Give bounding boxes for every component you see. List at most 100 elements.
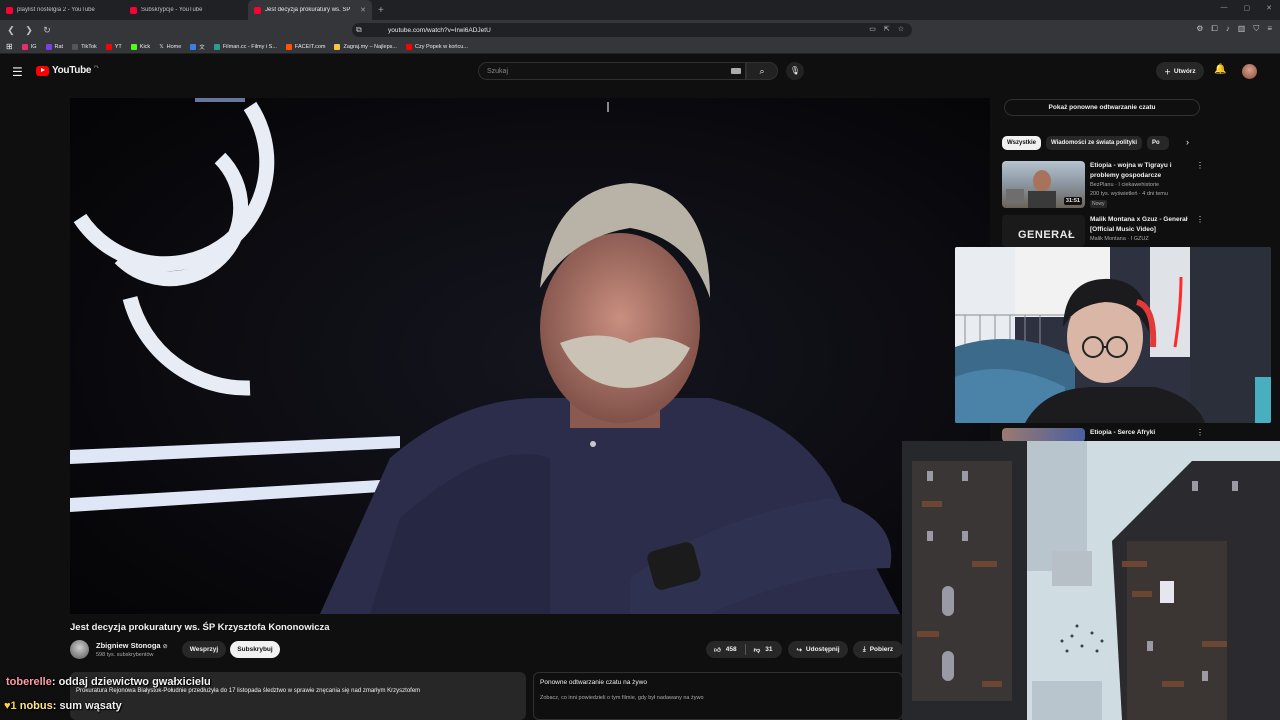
apps-icon[interactable]: ⊞	[6, 42, 13, 51]
chip-politics[interactable]: Wiadomości ze świata polityki	[1046, 136, 1142, 150]
bookmark-label: Rat	[54, 43, 64, 50]
bookmark-home[interactable]: 𝕏 Home	[159, 44, 181, 50]
recommendation-item[interactable]: 31:51 Etiopia - wojna w Tigrayu i proble…	[1002, 161, 1204, 211]
like-dislike-group: 👍︎ 458 👎︎ 31	[706, 641, 782, 658]
dislike-button[interactable]: 👎︎ 31	[746, 646, 781, 654]
chevron-right-icon[interactable]: ›	[1186, 137, 1189, 147]
plus-icon: ＋	[1164, 69, 1171, 76]
channel-avatar[interactable]	[70, 640, 89, 659]
bookmark-tiktok[interactable]: TikTok	[72, 43, 97, 50]
star-icon[interactable]: ☆	[898, 25, 904, 33]
bookmark-filman[interactable]: Filman.cc - Filmy i S...	[213, 43, 277, 50]
chat-message: toberelle: oddaj dziewictwo gwałxicielu	[6, 676, 211, 688]
address-bar[interactable]: ⧉ youtube.com/watch?v=Irwi6ADJetU ▭ ⇱ ☆	[352, 23, 912, 37]
filter-chips: Wszystkie Wiadomości ze świata polityki …	[1002, 136, 1169, 150]
instagram-icon	[21, 43, 28, 50]
browser-tab-1[interactable]: playlist nostelgia 2 - YouTube	[0, 0, 124, 20]
bookmark-label: Kick	[139, 43, 151, 50]
youtube-logo[interactable]: YouTube PL	[36, 64, 100, 76]
create-button[interactable]: ＋ Utwórz	[1156, 62, 1204, 80]
youtube-favicon-icon	[130, 6, 137, 14]
tab-label: Jest decyzja prokuratury ws. ŚP	[265, 7, 351, 13]
more-vert-icon[interactable]: ⋮	[1196, 428, 1204, 437]
download-button[interactable]: ⤓ Pobierz	[853, 641, 903, 658]
chip-all[interactable]: Wszystkie	[1002, 136, 1042, 150]
filman-icon	[213, 43, 220, 50]
search-icon: ⌕	[759, 66, 765, 76]
video-thumbnail[interactable]: 31:51	[1002, 161, 1085, 208]
bookmark-icon[interactable]: ⧉	[356, 25, 362, 35]
recommendation-item[interactable]: GENERAŁ Malik Montana x Gzuz - Generał […	[1002, 215, 1204, 247]
subscribe-button[interactable]: Subskrybuj	[230, 641, 280, 658]
thumbs-up-icon: 👍︎	[714, 646, 721, 654]
extension-icon[interactable]: ⚙	[1196, 24, 1203, 34]
bookmark-label: YT	[114, 43, 122, 50]
close-tab-icon[interactable]: ✕	[360, 6, 366, 14]
close-window-icon[interactable]: ✕	[1266, 4, 1272, 12]
support-button[interactable]: Wesprzyj	[182, 641, 226, 658]
bookmark-label: Filman.cc - Filmy i S...	[222, 43, 277, 50]
minimize-icon[interactable]: —	[1221, 4, 1228, 12]
account-avatar[interactable]	[1242, 64, 1257, 79]
subscriber-count: 598 tys. subskrybentów	[96, 652, 154, 658]
bookmark-label: FACEIT.com	[294, 43, 326, 50]
video-thumbnail[interactable]: GENERAŁ	[1002, 215, 1085, 247]
bookmark-faceit[interactable]: FACEIT.com	[285, 43, 326, 50]
keyboard-icon[interactable]	[731, 68, 741, 74]
chat-text: : oddaj dziewictwo gwałxicielu	[51, 676, 211, 688]
duration-badge: 31:51	[1063, 197, 1082, 205]
bookmark-blank[interactable]: 文	[190, 43, 205, 51]
youtube-icon	[405, 43, 412, 50]
voice-search-button[interactable]: 🎙	[786, 62, 804, 80]
show-chat-replay-button[interactable]: Pokaż ponowne odtwarzanie czatu	[1004, 99, 1200, 116]
bookmark-favicon-icon	[190, 43, 197, 50]
chip-more[interactable]: Po	[1146, 136, 1169, 150]
shield-icon[interactable]: ⛉	[1253, 24, 1259, 34]
reload-icon[interactable]: ↻	[40, 25, 54, 36]
music-icon[interactable]: ♪	[1226, 24, 1230, 34]
browser-tab-2[interactable]: Subskrypcje - YouTube	[124, 0, 248, 20]
hamburger-menu-icon[interactable]: ☰	[12, 65, 23, 79]
browser-toolbar: ❮ ❯ ↻ ⧉ youtube.com/watch?v=Irwi6ADJetU …	[0, 20, 1280, 40]
back-icon[interactable]: ❮	[4, 25, 18, 36]
kick-icon	[130, 43, 137, 50]
youtube-play-icon	[36, 65, 49, 76]
bookmark-ig[interactable]: IG	[21, 43, 37, 50]
notifications-bell-icon[interactable]: 🔔	[1214, 64, 1226, 75]
install-icon[interactable]: ▭	[869, 25, 876, 33]
tiktok-icon	[72, 43, 79, 50]
new-tab-button[interactable]: +	[378, 5, 384, 16]
window-controls: — ▢ ✕	[1221, 4, 1273, 12]
video-thumbnail[interactable]	[1002, 428, 1085, 442]
microphone-icon: 🎙	[789, 66, 801, 75]
bookmark-zagraj[interactable]: Zagraj.my – Najleps...	[334, 43, 397, 50]
x-icon: 𝕏	[159, 43, 164, 50]
recommendation-item[interactable]: Etiopia - Serce Afryki ⋮	[1002, 428, 1204, 442]
channel-name-text: Zbigniew Stonoga	[96, 641, 161, 650]
bookmark-yt[interactable]: YT	[105, 43, 122, 50]
share-page-icon[interactable]: ⇱	[884, 25, 890, 33]
download-label: Pobierz	[869, 646, 894, 653]
maximize-icon[interactable]: ▢	[1244, 4, 1251, 12]
forward-icon[interactable]: ❯	[22, 25, 36, 36]
bookmark-label: Home	[166, 43, 182, 50]
sidebar-icon[interactable]: ▥	[1238, 24, 1246, 34]
search-button[interactable]: ⌕	[746, 62, 778, 80]
bookmark-kick[interactable]: Kick	[130, 43, 151, 50]
bookmark-popek[interactable]: Czy Popek w końcu...	[405, 43, 468, 50]
share-button[interactable]: ↪ Udostępnij	[788, 641, 848, 658]
translate-icon: 文	[199, 44, 205, 51]
country-code: PL	[94, 64, 100, 69]
like-button[interactable]: 👍︎ 458	[706, 646, 745, 654]
tab-label: Subskrypcje - YouTube	[141, 7, 203, 13]
search-input[interactable]: Szukaj	[478, 62, 746, 80]
new-badge: Nowy	[1090, 200, 1107, 208]
more-vert-icon[interactable]: ⋮	[1196, 161, 1204, 170]
bookmark-rat[interactable]: Rat	[45, 43, 64, 50]
channel-name[interactable]: Zbigniew Stonoga ⊘	[96, 641, 168, 650]
menu-icon[interactable]: ≡	[1267, 24, 1272, 34]
more-vert-icon[interactable]: ⋮	[1196, 215, 1204, 224]
puzzle-icon[interactable]: ⧠	[1211, 24, 1217, 34]
browser-tab-3[interactable]: Jest decyzja prokuratury ws. ŚP ✕	[248, 0, 372, 20]
video-player[interactable]	[70, 98, 990, 614]
